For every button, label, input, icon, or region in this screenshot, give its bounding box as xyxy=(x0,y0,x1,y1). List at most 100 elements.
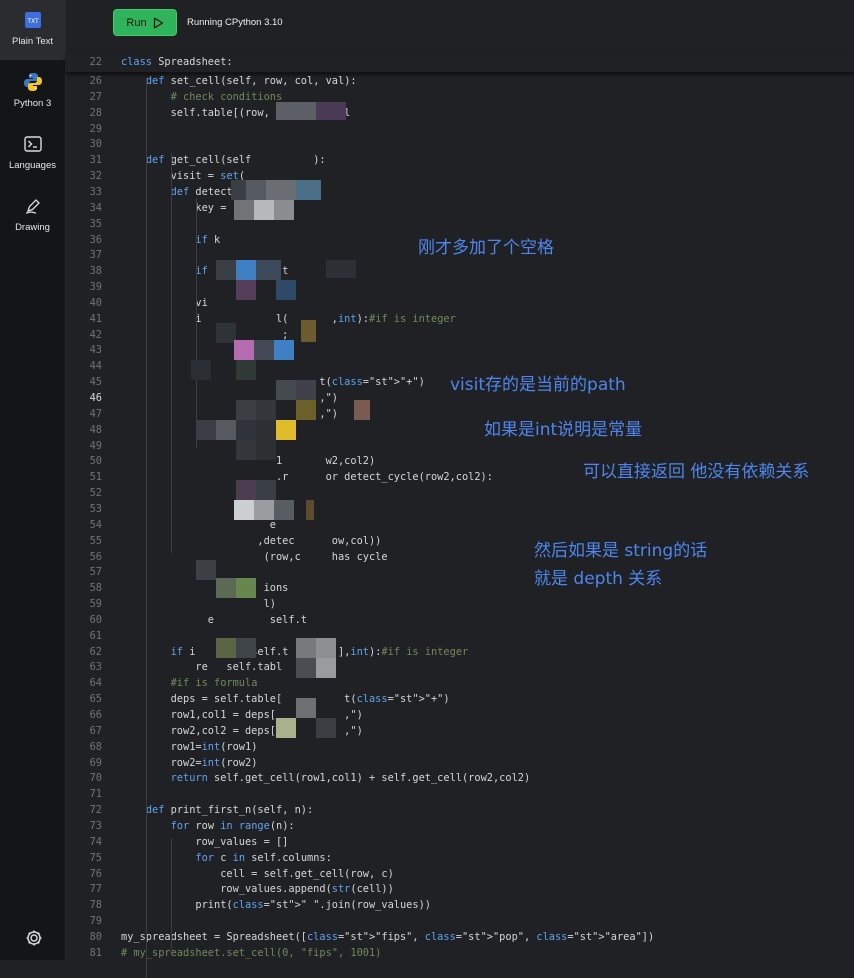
code-line[interactable]: 78 print(class="st">" ".join(row_values)… xyxy=(66,897,854,913)
code-line[interactable]: 41 i l( ,int):#if is integer xyxy=(66,311,854,327)
redaction-block xyxy=(256,420,276,440)
code-line[interactable]: 55 ,detec ow,col)) xyxy=(66,533,854,549)
code-line[interactable]: 80 my_spreadsheet = Spreadsheet([class="s… xyxy=(66,929,854,945)
sticky-scroll-header[interactable]: 22 class Spreadsheet: xyxy=(66,52,854,73)
sidebar-item-python[interactable]: Python 3 xyxy=(0,62,65,122)
line-number: 28 xyxy=(89,106,102,119)
code-line[interactable]: 40 vi xyxy=(66,295,854,311)
code-line[interactable]: 32 visit = set( xyxy=(66,168,854,184)
code-line[interactable]: 35 xyxy=(66,216,854,232)
redaction-block xyxy=(276,280,296,300)
code-text: if i (self.t ],int):#if is integer xyxy=(170,645,469,658)
code-line[interactable]: 77 row_values.append(str(cell)) xyxy=(66,881,854,897)
line-number: 66 xyxy=(89,709,102,721)
line-number: 39 xyxy=(89,281,102,294)
code-line[interactable]: 38 if f.t xyxy=(66,263,854,279)
line-number: 27 xyxy=(89,90,102,103)
annotation-note: 就是 depth 关系 xyxy=(534,569,663,589)
code-line[interactable]: 48 xyxy=(66,422,854,438)
redaction-block xyxy=(191,360,211,380)
code-line[interactable]: 58 ions xyxy=(66,580,854,596)
line-number: 57 xyxy=(89,566,102,579)
code-line[interactable]: 34 key = xyxy=(66,200,854,216)
code-line[interactable]: 60 e self.t xyxy=(66,612,854,628)
redaction-block xyxy=(296,400,316,420)
run-button[interactable]: Run xyxy=(113,9,177,36)
code-line[interactable]: 62 if i (self.t ],int):#if is integer xyxy=(66,644,854,660)
redaction-block xyxy=(296,658,316,678)
redaction-block xyxy=(236,578,256,598)
code-line[interactable]: 67 row2,col2 = deps[ ,") xyxy=(66,723,854,739)
line-number: 60 xyxy=(89,613,102,626)
code-line[interactable]: 52 e xyxy=(66,485,854,501)
code-line[interactable]: 73 for row in range(n): xyxy=(66,818,854,834)
line-number: 70 xyxy=(89,772,102,785)
code-text: l) xyxy=(121,598,276,611)
code-line[interactable]: 30 xyxy=(66,136,854,152)
code-line[interactable]: 54 e xyxy=(66,517,854,533)
redaction-block xyxy=(256,400,276,420)
redaction-block xyxy=(301,320,316,342)
redaction-block xyxy=(246,180,266,200)
code-line[interactable]: 31 def get_cell(self ): xyxy=(66,152,854,168)
redaction-block xyxy=(276,718,296,738)
code-line[interactable]: 28 self.table[(row, = val xyxy=(66,105,854,121)
sidebar-item-drawing[interactable]: Drawing xyxy=(0,186,65,246)
code-line[interactable]: 57 xyxy=(66,564,854,580)
code-line[interactable]: 39 xyxy=(66,279,854,295)
code-line[interactable]: 56 (row,c has cycle xyxy=(66,549,854,565)
sidebar-item-languages[interactable]: Languages xyxy=(0,124,65,184)
line-number: 75 xyxy=(89,851,102,864)
code-line[interactable]: 33 def detect_ l): xyxy=(66,184,854,200)
code-line[interactable]: 74 row_values = [] xyxy=(66,834,854,850)
redaction-block xyxy=(256,480,276,500)
sidebar-item-plain-text[interactable]: TXT Plain Text xyxy=(0,0,65,60)
code-line[interactable]: 72 def print_first_n(self, n): xyxy=(66,802,854,818)
code-line[interactable]: 42 ; xyxy=(66,327,854,343)
redaction-block xyxy=(256,440,276,460)
line-number: 52 xyxy=(89,487,102,500)
redaction-block xyxy=(296,180,321,200)
play-icon xyxy=(153,17,163,28)
indent-guide xyxy=(146,638,147,748)
code-line[interactable]: 75 for c in self.columns: xyxy=(66,850,854,866)
indent-guide xyxy=(196,198,197,448)
code-line[interactable]: 64 #if is formula xyxy=(66,675,854,691)
line-number: 29 xyxy=(89,122,102,135)
redaction-block xyxy=(254,340,274,360)
code-line[interactable]: 65 deps = self.table[ t(class="st">"+") xyxy=(66,691,854,707)
line-number: 37 xyxy=(89,249,102,262)
code-line[interactable]: 47 ,") xyxy=(66,406,854,422)
code-line[interactable]: 53 (key) xyxy=(66,501,854,517)
code-line[interactable]: 79 xyxy=(66,913,854,929)
redaction-block xyxy=(234,500,254,520)
code-line[interactable]: 70 return self.get_cell(row1,col1) + sel… xyxy=(66,770,854,786)
sidebar-item-label: Plain Text xyxy=(11,36,53,47)
line-number: 43 xyxy=(89,344,102,357)
line-number: 50 xyxy=(89,455,102,468)
code-line[interactable]: 69 row2=int(row2) xyxy=(66,755,854,771)
code-line[interactable]: 49 xyxy=(66,438,854,454)
run-label: Run xyxy=(126,16,147,29)
code-line[interactable]: 59 l) xyxy=(66,596,854,612)
code-line[interactable]: 71 xyxy=(66,786,854,802)
redaction-block xyxy=(236,280,256,300)
code-line[interactable]: 29 xyxy=(66,121,854,137)
code-line[interactable]: 81 # my_spreadsheet.set_cell(0, "fips", 1… xyxy=(66,945,854,961)
code-editor[interactable]: 22 class Spreadsheet: 26 def set_cell(se… xyxy=(66,48,854,978)
code-line[interactable]: 63 re self.tabl xyxy=(66,659,854,675)
code-line[interactable]: 68 row1=int(row1) xyxy=(66,739,854,755)
code-line[interactable]: 66 row1,col1 = deps[ ,") xyxy=(66,707,854,723)
line-number: 62 xyxy=(89,645,102,658)
code-line[interactable]: 76 cell = self.get_cell(row, c) xyxy=(66,866,854,882)
code-line[interactable]: 27 # check conditions xyxy=(66,89,854,105)
line-number: 42 xyxy=(89,328,102,341)
redaction-block xyxy=(256,260,281,280)
code-line[interactable]: 26 def set_cell(self, row, col, val): xyxy=(66,73,854,89)
code-line[interactable]: 61 xyxy=(66,628,854,644)
code-line[interactable]: 43 xyxy=(66,342,854,358)
code-text: vi xyxy=(121,296,208,309)
gear-icon[interactable] xyxy=(24,928,44,948)
annotation-note: 刚才多加了个空格 xyxy=(418,238,554,258)
code-text: deps = self.table[ t(class="st">"+") xyxy=(121,693,450,706)
